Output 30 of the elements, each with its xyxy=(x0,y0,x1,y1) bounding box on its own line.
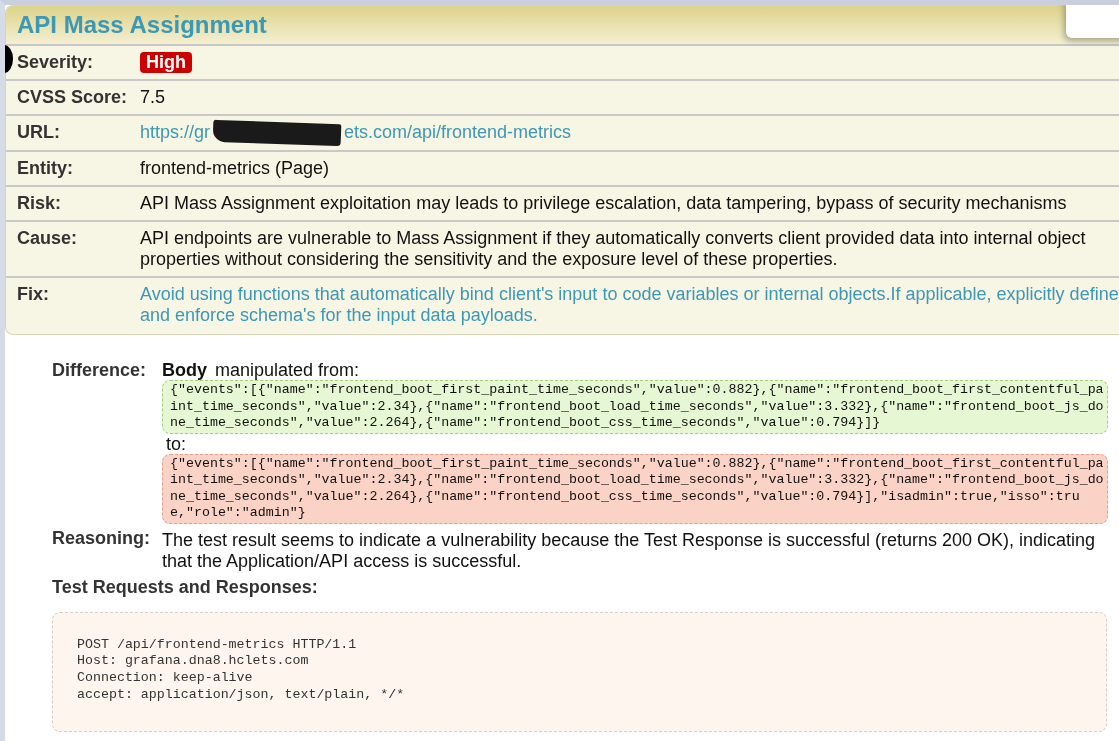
reasoning-text: The test result seems to indicate a vulnerability because the Test Response is successful (returns 200 OK), indicating that the Application/API access is successful. xyxy=(162,529,1097,572)
request-line: POST /api/frontend-metrics HTTP/1.1 xyxy=(77,636,358,654)
manipulated-body-code: {"events":[{"name":"frontend_boot_first_paint_time_seconds","value":0.882},{"name":"frontend_boot_first_contentful_paint_time_seconds","value":2.34},{"name":"frontend_boot_load_time_seconds","value":3.332},{"name":"frontend_boot_js_done_time_seconds","value":2.264},{"name":"frontend_boot_css_time_seconds","value":0.794}],"isadmin":true,"isso":true,"role":"admin"} xyxy=(162,453,1108,524)
field-value: API endpoints are vulnerable to Mass Assignment if they automatically converts client provided data into internal object properties without considering the sensitivity and the exposure level of these properties. xyxy=(140,228,1086,270)
field-label: URL: xyxy=(17,122,61,144)
manipulated-from-label: manipulated from: xyxy=(215,360,360,381)
floating-panel xyxy=(1066,5,1119,38)
original-body-code: {"events":[{"name":"frontend_boot_first_paint_time_seconds","value":0.882},{"name":"frontend_boot_first_contentful_paint_time_seconds","value":2.34},{"name":"frontend_boot_load_time_seconds","value":3.332},{"name":"frontend_boot_js_done_time_seconds","value":2.264},{"name":"frontend_boot_css_time_seconds","value":0.794}]} xyxy=(162,380,1108,434)
difference-label: Difference: xyxy=(52,360,148,383)
body-part-label: Body xyxy=(162,360,207,381)
request-line: accept: application/json, text/plain, */* xyxy=(77,686,406,704)
field-label: Fix: xyxy=(17,284,50,307)
severity-badge: High xyxy=(140,52,192,73)
field-label: CVSS Score: xyxy=(17,87,129,108)
field-link[interactable]: Avoid using functions that automatically bind client's input to code variables or internal objects.If applicable, explicitly define and enforce schema's for the input data payloads. xyxy=(140,284,1119,327)
field-value: API Mass Assignment exploitation may leads to privilege escalation, data tampering, bypass of security mechanisms xyxy=(140,193,1067,214)
to-label: to: xyxy=(165,433,187,454)
field-label: Entity: xyxy=(17,158,74,180)
field-label: Severity: xyxy=(17,52,95,73)
finding-title: API Mass Assignment xyxy=(17,11,267,39)
field-label: Cause: xyxy=(17,228,79,251)
reasoning-label: Reasoning: xyxy=(52,527,151,550)
url-link[interactable]: ets.com/api/frontend-metrics xyxy=(344,122,572,142)
request-line: Connection: keep-alive xyxy=(77,669,254,687)
url-link[interactable]: https://gr xyxy=(140,122,211,142)
field-value: frontend-metrics (Page) xyxy=(140,158,330,179)
field-label: Risk: xyxy=(17,193,62,215)
requests-heading: Test Requests and Responses: xyxy=(52,576,319,597)
field-value: 7.5 xyxy=(140,87,166,107)
request-line: Host: grafana.dna8.hclets.com xyxy=(77,653,310,670)
